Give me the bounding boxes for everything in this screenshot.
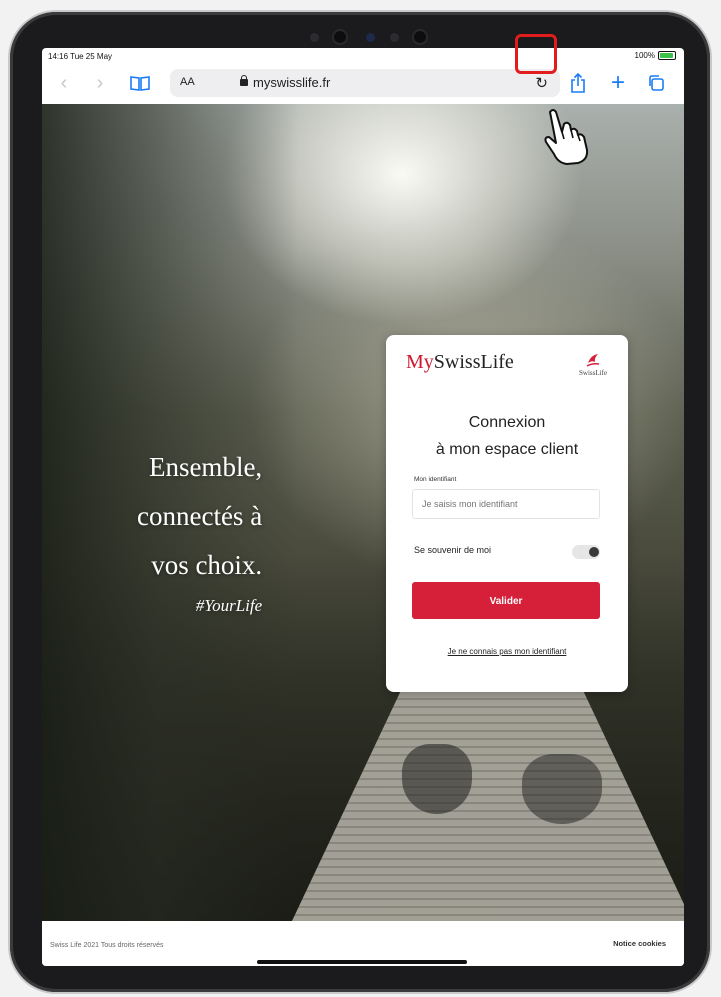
back-icon[interactable]: ‹ bbox=[52, 70, 76, 96]
share-icon[interactable] bbox=[566, 70, 590, 96]
logo-caption: SwissLife bbox=[579, 369, 607, 377]
shadow-figure bbox=[522, 754, 602, 824]
forward-icon[interactable]: › bbox=[88, 70, 112, 96]
safari-toolbar: ‹ › AA myswisslife.fr ↻ + bbox=[42, 64, 684, 104]
status-bar: 14:16 Tue 25 May 100% bbox=[42, 48, 684, 64]
login-card: MySwissLife SwissLife Connexion à mon es… bbox=[386, 335, 628, 692]
tagline-line: connectés à bbox=[137, 501, 263, 531]
remember-toggle[interactable] bbox=[572, 545, 600, 559]
battery-status: 100% bbox=[635, 51, 676, 60]
ipad-screen: 14:16 Tue 25 May 100% ‹ › AA myswisslife… bbox=[42, 48, 684, 966]
hero-hashtag: #YourLife bbox=[195, 596, 263, 615]
tagline-line: vos choix. bbox=[151, 550, 263, 580]
cookies-link[interactable]: Notice cookies bbox=[613, 939, 666, 948]
address-bar[interactable]: AA myswisslife.fr ↻ bbox=[170, 69, 560, 97]
reload-icon[interactable]: ↻ bbox=[535, 74, 548, 92]
sensor-icon bbox=[414, 31, 426, 43]
book-glyph bbox=[130, 76, 150, 91]
submit-button[interactable]: Valider bbox=[412, 582, 600, 619]
battery-percent: 100% bbox=[634, 51, 655, 60]
login-title: Connexion à mon espace client bbox=[386, 409, 628, 463]
hero-tagline: Ensemble, connectés à vos choix. #YourLi… bbox=[137, 443, 262, 618]
camera-bar bbox=[310, 30, 440, 44]
battery-icon bbox=[658, 51, 676, 60]
swisslife-flag-icon bbox=[586, 354, 600, 367]
pointer-hand-icon bbox=[544, 109, 589, 165]
brand-prefix: My bbox=[406, 351, 434, 373]
remember-label: Se souvenir de moi bbox=[414, 545, 492, 555]
tabs-icon[interactable] bbox=[644, 70, 668, 96]
bookmarks-icon[interactable] bbox=[128, 70, 152, 96]
title-line: à mon espace client bbox=[435, 441, 579, 458]
status-time: 14:16 Tue 25 May bbox=[48, 52, 113, 61]
brand-wordmark: MySwissLife bbox=[406, 351, 514, 374]
sensor-dot bbox=[310, 33, 319, 42]
sensor-dot bbox=[390, 33, 399, 42]
home-indicator[interactable] bbox=[257, 960, 467, 964]
title-line: Connexion bbox=[468, 414, 546, 431]
tabs-glyph bbox=[649, 75, 664, 91]
url-text: myswisslife.fr bbox=[253, 75, 331, 90]
shadow-figure bbox=[402, 744, 472, 814]
footer-copyright: Swiss Life 2021 Tous droits réservés bbox=[50, 942, 164, 949]
share-highlight-box bbox=[515, 34, 557, 74]
text-size-button[interactable]: AA bbox=[180, 76, 195, 88]
camera-icon bbox=[334, 31, 346, 43]
id-label: Mon identifiant bbox=[414, 476, 457, 483]
share-glyph bbox=[571, 73, 585, 93]
new-tab-icon[interactable]: + bbox=[606, 69, 630, 96]
swisslife-logo: SwissLife bbox=[576, 353, 610, 377]
sensor-dot bbox=[366, 33, 375, 42]
forgot-id-link[interactable]: Je ne connais pas mon identifiant bbox=[386, 647, 628, 656]
lock-icon bbox=[240, 75, 248, 87]
brand-name: SwissLife bbox=[433, 351, 514, 373]
url-display[interactable]: myswisslife.fr bbox=[240, 75, 330, 90]
tagline-line: Ensemble, bbox=[148, 452, 263, 482]
id-input[interactable] bbox=[412, 489, 600, 519]
